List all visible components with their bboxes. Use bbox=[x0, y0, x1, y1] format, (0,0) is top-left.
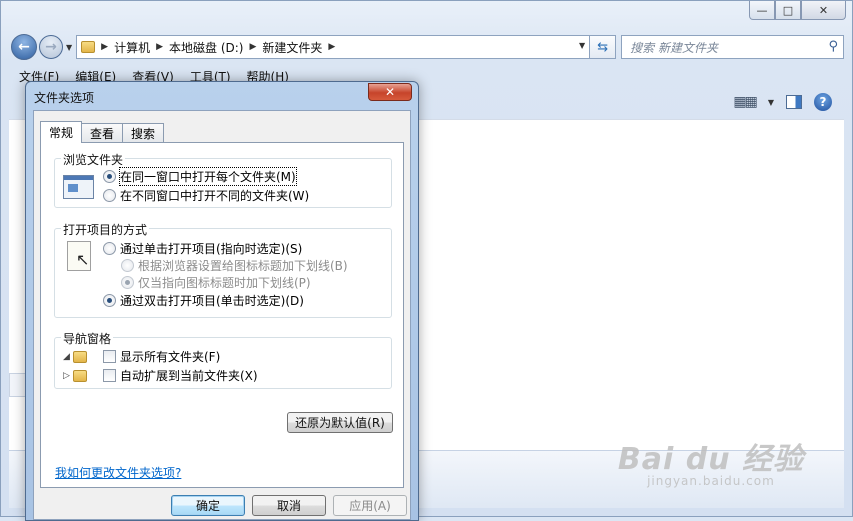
checkbox-label: 显示所有文件夹(F) bbox=[120, 350, 221, 364]
dialog-close-button[interactable]: ✕ bbox=[368, 83, 412, 101]
radio-label: 根据浏览器设置给图标标题加下划线(B) bbox=[138, 259, 348, 273]
radio-label: 仅当指向图标标题时加下划线(P) bbox=[138, 276, 311, 290]
tab-general[interactable]: 常规 bbox=[40, 121, 83, 143]
auto-expand-checkbox[interactable] bbox=[103, 369, 116, 382]
tab-search[interactable]: 搜索 bbox=[122, 123, 165, 143]
navigation-bar: ← → ▼ ▶ 计算机 ▶ 本地磁盘 (D:) ▶ 新建文件夹 ▶ ▼ ⇆ 搜索… bbox=[11, 32, 844, 62]
radio-label: 通过双击打开项目(单击时选定)(D) bbox=[120, 294, 304, 308]
folder-icon bbox=[73, 369, 87, 382]
close-icon: ✕ bbox=[384, 85, 396, 99]
search-placeholder: 搜索 新建文件夹 bbox=[630, 40, 718, 55]
breadcrumb-computer[interactable]: 计算机 bbox=[114, 39, 150, 56]
browse-folders-group: 浏览文件夹 在同一窗口中打开每个文件夹(M) 在不同窗口中打开不同的文件夹(W) bbox=[54, 151, 392, 208]
collapsed-arrow-icon: ▷ bbox=[63, 370, 70, 381]
breadcrumb-separator-icon[interactable]: ▶ bbox=[156, 42, 163, 52]
radio-underline-browser: 根据浏览器设置给图标标题加下划线(B) bbox=[121, 257, 348, 274]
general-tab-panel: 浏览文件夹 在同一窗口中打开每个文件夹(M) 在不同窗口中打开不同的文件夹(W)… bbox=[40, 142, 404, 488]
close-window-button[interactable]: ✕ bbox=[801, 1, 846, 20]
radio-label: 在同一窗口中打开每个文件夹(M) bbox=[119, 167, 297, 186]
radio-button[interactable] bbox=[103, 170, 116, 183]
search-icon[interactable]: ⚲ bbox=[828, 39, 838, 54]
auto-expand-row: ▷ 自动扩展到当前文件夹(X) bbox=[63, 367, 258, 384]
view-dropdown-icon[interactable]: ▼ bbox=[768, 98, 774, 107]
view-toolbar: ▦▦ ▼ ? bbox=[733, 93, 832, 111]
radio-single-click[interactable]: 通过单击打开项目(指向时选定)(S) bbox=[103, 240, 302, 257]
apply-button: 应用(A) bbox=[333, 495, 407, 516]
change-view-icon[interactable]: ▦▦ bbox=[733, 94, 758, 110]
show-all-folders-checkbox[interactable] bbox=[103, 350, 116, 363]
radio-same-window[interactable]: 在同一窗口中打开每个文件夹(M) bbox=[103, 167, 297, 186]
maximize-button[interactable]: □ bbox=[775, 1, 801, 20]
breadcrumb-separator-icon[interactable]: ▶ bbox=[328, 42, 335, 52]
watermark-brand: Bai du 经验 bbox=[617, 442, 804, 477]
breadcrumb-drive-d[interactable]: 本地磁盘 (D:) bbox=[169, 39, 243, 56]
forward-arrow-icon: → bbox=[45, 39, 57, 55]
help-link[interactable]: 我如何更改文件夹选项? bbox=[55, 464, 181, 481]
radio-double-click[interactable]: 通过双击打开项目(单击时选定)(D) bbox=[103, 292, 304, 309]
folder-options-dialog: 文件夹选项 ✕ 常规 查看 搜索 浏览文件夹 在同一窗口中打开每个文件夹(M) … bbox=[25, 81, 419, 521]
dialog-body: 常规 查看 搜索 浏览文件夹 在同一窗口中打开每个文件夹(M) 在不同窗口中打开… bbox=[33, 110, 411, 520]
restore-defaults-button[interactable]: 还原为默认值(R) bbox=[287, 412, 393, 433]
address-bar[interactable]: ▶ 计算机 ▶ 本地磁盘 (D:) ▶ 新建文件夹 ▶ ▼ bbox=[76, 35, 591, 59]
window-controls: — □ ✕ bbox=[749, 1, 846, 20]
checkbox-label: 自动扩展到当前文件夹(X) bbox=[120, 369, 258, 383]
radio-button bbox=[121, 276, 134, 289]
folder-icon bbox=[81, 41, 96, 53]
breadcrumb-separator-icon[interactable]: ▶ bbox=[101, 42, 108, 52]
radio-button bbox=[121, 259, 134, 272]
refresh-button[interactable]: ⇆ bbox=[590, 35, 617, 59]
back-arrow-icon: ← bbox=[18, 39, 30, 55]
radio-underline-hover: 仅当指向图标标题时加下划线(P) bbox=[121, 274, 311, 291]
navigation-pane-title: 导航窗格 bbox=[61, 330, 114, 347]
browse-folders-title: 浏览文件夹 bbox=[61, 151, 126, 168]
refresh-icon: ⇆ bbox=[597, 39, 609, 55]
ok-button[interactable]: 确定 bbox=[171, 495, 245, 516]
folder-icon bbox=[73, 350, 87, 363]
click-items-title: 打开项目的方式 bbox=[61, 221, 150, 238]
radio-different-window[interactable]: 在不同窗口中打开不同的文件夹(W) bbox=[103, 187, 309, 204]
navigation-pane-group: 导航窗格 ◢ 显示所有文件夹(F) ▷ 自动扩展到当前文件夹(X) bbox=[54, 330, 392, 389]
tab-view[interactable]: 查看 bbox=[81, 123, 124, 143]
radio-label: 通过单击打开项目(指向时选定)(S) bbox=[120, 242, 303, 256]
preview-pane-icon[interactable] bbox=[786, 95, 802, 109]
help-icon[interactable]: ? bbox=[814, 93, 832, 111]
search-input[interactable]: 搜索 新建文件夹 ⚲ bbox=[621, 35, 844, 59]
browse-window-icon bbox=[63, 175, 94, 199]
radio-button[interactable] bbox=[103, 189, 116, 202]
minimize-button[interactable]: — bbox=[749, 1, 775, 20]
click-cursor-icon bbox=[67, 241, 91, 271]
show-all-folders-row: ◢ 显示所有文件夹(F) bbox=[63, 348, 220, 365]
radio-button[interactable] bbox=[103, 242, 116, 255]
tab-strip: 常规 查看 搜索 bbox=[40, 121, 165, 143]
cancel-button[interactable]: 取消 bbox=[252, 495, 326, 516]
radio-button[interactable] bbox=[103, 294, 116, 307]
forward-button[interactable]: → bbox=[39, 35, 63, 59]
address-dropdown-icon[interactable]: ▼ bbox=[579, 41, 585, 50]
recent-pages-dropdown-icon[interactable]: ▼ bbox=[66, 43, 72, 52]
breadcrumb-new-folder[interactable]: 新建文件夹 bbox=[262, 39, 322, 56]
breadcrumb-separator-icon[interactable]: ▶ bbox=[249, 42, 256, 52]
back-button[interactable]: ← bbox=[11, 34, 37, 60]
baidu-watermark: Bai du 经验 jingyan.baidu.com bbox=[618, 434, 804, 488]
dialog-title: 文件夹选项 bbox=[34, 91, 95, 105]
expanded-arrow-icon: ◢ bbox=[63, 351, 70, 362]
radio-label: 在不同窗口中打开不同的文件夹(W) bbox=[120, 189, 310, 203]
click-items-group: 打开项目的方式 通过单击打开项目(指向时选定)(S) 根据浏览器设置给图标标题加… bbox=[54, 221, 392, 318]
